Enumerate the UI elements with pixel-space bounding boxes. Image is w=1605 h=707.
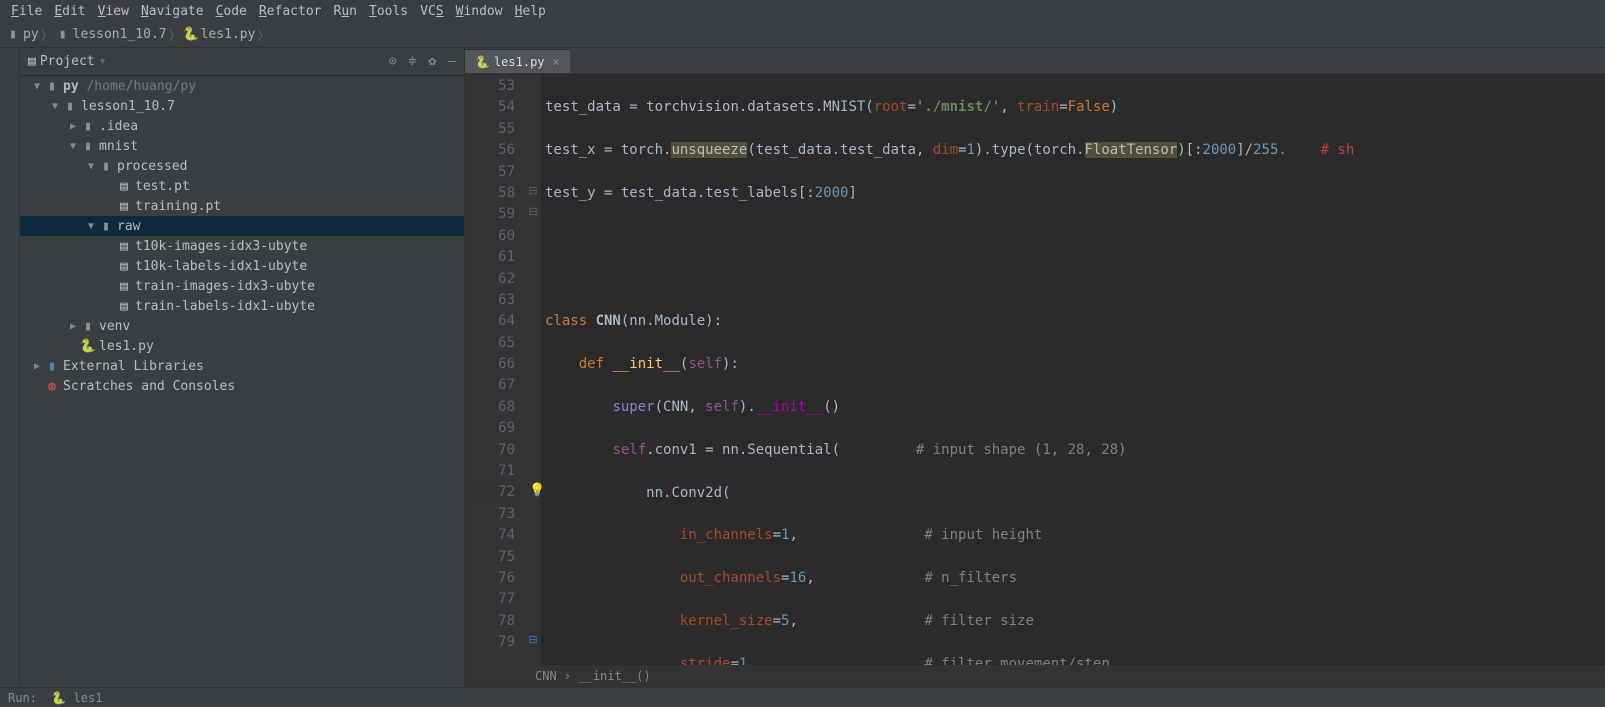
collapse-icon[interactable]: ≑ — [409, 54, 417, 69]
sidebar-title[interactable]: Project — [40, 54, 95, 69]
menu-refactor[interactable]: Refactor — [254, 4, 327, 19]
left-tool-strip[interactable] — [0, 48, 20, 687]
folder-icon: ▮ — [56, 28, 70, 42]
code-editor[interactable]: test_data = torchvision.datasets.MNIST(r… — [541, 74, 1605, 665]
menu-help[interactable]: Help — [510, 4, 551, 19]
editor-area: 🐍 les1.py × 5354555657 5859606162 636465… — [465, 48, 1605, 687]
editor-tabbar: 🐍 les1.py × — [465, 48, 1605, 74]
run-toolwindow[interactable]: Run: 🐍 les1 — [8, 691, 102, 705]
project-tree: ▼▮py /home/huang/py ▼▮lesson1_10.7 ▶▮.id… — [20, 76, 464, 687]
tree-scratch[interactable]: ◍Scratches and Consoles — [20, 376, 464, 396]
menu-tools[interactable]: Tools — [364, 4, 413, 19]
tab-les1[interactable]: 🐍 les1.py × — [465, 49, 570, 73]
editor-breadcrumb[interactable]: CNN › __init__() — [465, 665, 1605, 687]
tab-label: les1.py — [494, 55, 545, 69]
tree-trainingpt[interactable]: ▤training.pt — [20, 196, 464, 216]
crumb-root[interactable]: py — [23, 27, 39, 42]
close-icon[interactable]: × — [553, 55, 560, 69]
menu-edit[interactable]: Edit — [49, 4, 90, 19]
crumb-method[interactable]: __init__() — [578, 669, 650, 683]
intention-bulb-icon[interactable]: 💡 — [529, 483, 545, 498]
fold-gutter[interactable]: ⊟⊟ ⊟ — [525, 74, 541, 665]
tree-project[interactable]: ▼▮lesson1_10.7 — [20, 96, 464, 116]
tree-extlib[interactable]: ▶▮External Libraries — [20, 356, 464, 376]
menu-navigate[interactable]: Navigate — [136, 4, 209, 19]
chevron-right-icon: 〉 — [169, 25, 182, 44]
chevron-right-icon: 〉 — [257, 25, 270, 44]
tree-venv[interactable]: ▶▮venv — [20, 316, 464, 336]
tree-file[interactable]: ▤train-images-idx3-ubyte — [20, 276, 464, 296]
crumb-project[interactable]: lesson1_10.7 — [73, 27, 167, 42]
crumb-class[interactable]: CNN — [535, 669, 557, 683]
menu-code[interactable]: Code — [211, 4, 252, 19]
menu-bar: File Edit View Navigate Code Refactor Ru… — [0, 0, 1605, 22]
menu-view[interactable]: View — [93, 4, 134, 19]
tree-mnist[interactable]: ▼▮mnist — [20, 136, 464, 156]
sidebar-header: ▤ Project ▾ ⊙ ≑ ✿ — — [20, 48, 464, 76]
tree-file[interactable]: ▤t10k-labels-idx1-ubyte — [20, 256, 464, 276]
menu-window[interactable]: Window — [451, 4, 508, 19]
tree-raw[interactable]: ▼▮raw — [20, 216, 464, 236]
menu-file[interactable]: File — [6, 4, 47, 19]
tree-processed[interactable]: ▼▮processed — [20, 156, 464, 176]
project-sidebar: ▤ Project ▾ ⊙ ≑ ✿ — ▼▮py /home/huang/py … — [20, 48, 465, 687]
tree-file[interactable]: ▤t10k-images-idx3-ubyte — [20, 236, 464, 256]
chevron-right-icon: 〉 — [41, 25, 54, 44]
folder-icon: ▮ — [6, 28, 20, 42]
menu-vcs[interactable]: VCS — [415, 4, 448, 19]
hide-icon[interactable]: — — [448, 54, 456, 69]
chevron-down-icon[interactable]: ▾ — [99, 54, 107, 69]
line-gutter[interactable]: 5354555657 5859606162 6364656667 6869707… — [465, 74, 525, 665]
tree-file[interactable]: ▤train-labels-idx1-ubyte — [20, 296, 464, 316]
crumb-file[interactable]: les1.py — [201, 27, 256, 42]
tree-testpt[interactable]: ▤test.pt — [20, 176, 464, 196]
gear-icon[interactable]: ✿ — [428, 54, 436, 69]
python-file-icon: 🐍 — [475, 55, 490, 69]
nav-breadcrumb: ▮ py 〉 ▮ lesson1_10.7 〉 🐍 les1.py 〉 — [0, 22, 1605, 48]
python-file-icon: 🐍 — [184, 28, 198, 42]
tree-idea[interactable]: ▶▮.idea — [20, 116, 464, 136]
tree-les1[interactable]: 🐍les1.py — [20, 336, 464, 356]
target-icon[interactable]: ⊙ — [389, 54, 397, 69]
project-icon: ▤ — [28, 54, 36, 69]
tree-root[interactable]: ▼▮py /home/huang/py — [20, 76, 464, 96]
menu-run[interactable]: Run — [329, 4, 362, 19]
status-bar: Run: 🐍 les1 — [0, 687, 1605, 707]
